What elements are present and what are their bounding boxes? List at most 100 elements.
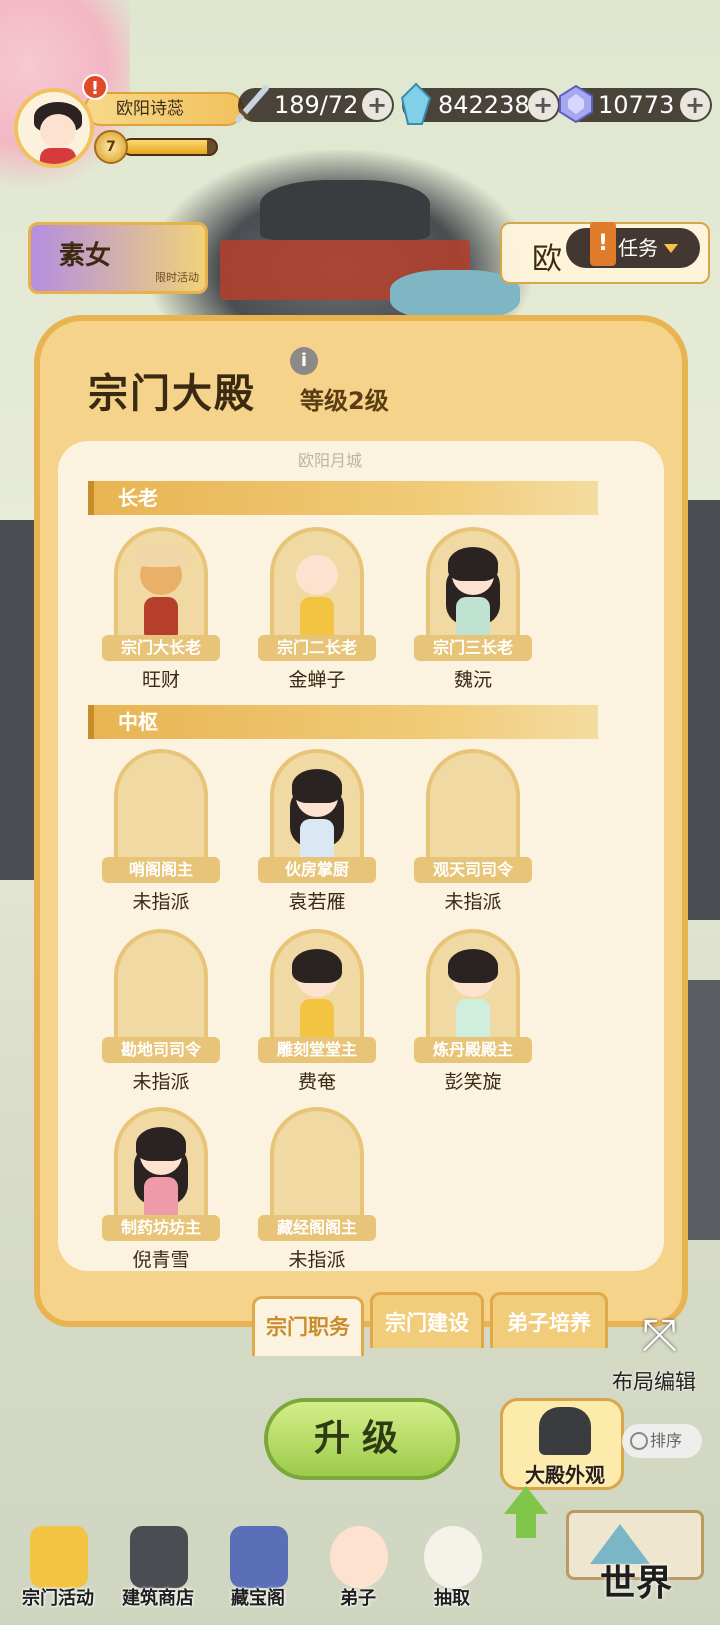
world-label: 世界: [600, 1563, 673, 1604]
task-label: 任务: [618, 236, 658, 260]
upgrade-button[interactable]: 升级: [264, 1398, 460, 1480]
section-elders: 长老: [88, 481, 598, 515]
sort-label: 排序: [650, 1431, 683, 1450]
position-slot[interactable]: 宗门二长老 金蝉子: [258, 527, 376, 691]
chevron-down-icon: [664, 244, 678, 253]
nav-treasure-pavilion[interactable]: 藏宝阁: [208, 1520, 308, 1625]
holder-name: 未指派: [132, 891, 190, 913]
player-profile[interactable]: 欧阳诗蕊 ! 7: [14, 74, 244, 168]
holder-name: 未指派: [132, 1071, 190, 1093]
nav-disciples[interactable]: 弟子: [308, 1520, 408, 1625]
limited-event-banner[interactable]: 素女 限时活动: [28, 222, 208, 294]
position-slot[interactable]: 观天司司令 未指派: [414, 749, 532, 913]
sword-icon: [235, 85, 269, 123]
tab-disciple-training[interactable]: 弟子培养: [490, 1292, 608, 1348]
hall-icon: [539, 1407, 591, 1455]
role-label: 雕刻堂堂主: [258, 1037, 376, 1063]
role-label: 伙房掌厨: [258, 857, 376, 883]
event-title: 素女: [59, 241, 112, 271]
character-portrait: [286, 767, 348, 863]
layout-edit-label: 布局编辑: [612, 1370, 696, 1394]
avatar[interactable]: [14, 88, 94, 168]
character-portrait: [442, 947, 504, 1043]
holder-name: 未指派: [444, 891, 502, 913]
positions-list[interactable]: 欧阳月城 长老 宗门大长老 旺财 宗门二长老 金蝉子 宗门三长老 魏沅 中枢 哨…: [58, 441, 664, 1271]
jade-value: 10773: [598, 91, 675, 119]
task-button[interactable]: ! 任务: [566, 222, 700, 268]
faded-label: 欧阳月城: [298, 451, 363, 470]
holder-name: 倪青雪: [132, 1249, 190, 1271]
jade-counter: 10773 +: [559, 84, 712, 124]
role-label: 宗门三长老: [414, 635, 532, 661]
holder-name: 袁若雁: [288, 891, 346, 913]
shop-building-icon: [130, 1526, 188, 1588]
up-arrow-icon: [504, 1486, 548, 1514]
event-subtitle: 限时活动: [155, 271, 199, 284]
exp-bar: [122, 138, 218, 156]
character-portrait: [286, 947, 348, 1043]
right-event-title: 欧: [532, 242, 562, 277]
add-jade-button[interactable]: +: [680, 90, 710, 120]
holder-name: 旺财: [141, 669, 180, 691]
position-slot[interactable]: 宗门大长老 旺财: [102, 527, 220, 691]
position-slot[interactable]: 藏经阁阁主 未指派: [258, 1107, 376, 1271]
gem-icon: [559, 84, 593, 124]
position-slot[interactable]: 哨阁阁主 未指派: [102, 749, 220, 913]
role-label: 勘地司司令: [102, 1037, 220, 1063]
position-slot[interactable]: 伙房掌厨 袁若雁: [258, 749, 376, 913]
stamina-counter: 189/72 +: [235, 85, 394, 123]
add-stamina-button[interactable]: +: [362, 90, 392, 120]
bird-icon: [424, 1526, 482, 1588]
pagoda-icon: [30, 1526, 88, 1588]
tab-sect-construction[interactable]: 宗门建设: [370, 1292, 484, 1348]
silver-value: 842238: [438, 91, 530, 119]
holder-name: 彭笑旋: [444, 1071, 502, 1093]
exp-bar-fill: [124, 140, 207, 154]
nav-label: 弟子: [340, 1588, 376, 1609]
nav-building-shop[interactable]: 建筑商店: [108, 1520, 208, 1625]
player-name: 欧阳诗蕊: [84, 92, 244, 126]
page-title: 宗门大殿: [88, 371, 256, 417]
sect-hall-panel: 宗门大殿 i 等级2级 欧阳月城 长老 宗门大长老 旺财 宗门二长老 金蝉子 宗…: [34, 315, 688, 1327]
nav-label: 藏宝阁: [231, 1588, 285, 1609]
alert-icon: !: [82, 74, 108, 100]
role-label: 哨阁阁主: [102, 857, 220, 883]
position-slot[interactable]: 雕刻堂堂主 费奄: [258, 929, 376, 1093]
treasure-pavilion-icon: [230, 1526, 288, 1588]
sort-button[interactable]: 排序: [622, 1424, 702, 1458]
hall-appearance-label: 大殿外观: [525, 1463, 605, 1487]
world-button[interactable]: 世界: [560, 1500, 710, 1610]
nav-label: 宗门活动: [22, 1588, 94, 1609]
level-badge: 7: [94, 130, 128, 164]
role-label: 制药坊坊主: [102, 1215, 220, 1241]
sort-icon: [630, 1432, 648, 1450]
role-label: 藏经阁阁主: [258, 1215, 376, 1241]
info-icon[interactable]: i: [290, 347, 318, 375]
add-silver-button[interactable]: +: [528, 90, 558, 120]
section-center: 中枢: [88, 705, 598, 739]
tab-sect-positions[interactable]: 宗门职务: [252, 1296, 364, 1356]
hall-appearance-button[interactable]: 大殿外观: [500, 1398, 624, 1490]
layout-edit-button[interactable]: ⤧ 布局编辑: [612, 1310, 712, 1400]
position-slot[interactable]: 制药坊坊主 倪青雪: [102, 1107, 220, 1271]
nav-draw[interactable]: 抽取: [402, 1520, 502, 1625]
position-slot[interactable]: 勘地司司令 未指派: [102, 929, 220, 1093]
task-flag-icon: !: [590, 222, 616, 266]
holder-name: 魏沅: [453, 669, 492, 691]
character-portrait: [130, 1125, 192, 1221]
silver-counter: 842238 +: [400, 82, 560, 125]
expand-arrows-icon: ⤧: [642, 1310, 678, 1361]
holder-name: 未指派: [288, 1249, 346, 1271]
nav-sect-events[interactable]: 宗门活动: [8, 1520, 108, 1625]
position-slot[interactable]: 炼丹殿殿主 彭笑旋: [414, 929, 532, 1093]
holder-name: 费奄: [297, 1071, 336, 1093]
holder-name: 金蝉子: [288, 669, 346, 691]
position-slot[interactable]: 宗门三长老 魏沅: [414, 527, 532, 691]
character-portrait: [286, 545, 348, 641]
character-portrait: [442, 545, 504, 641]
nav-label: 抽取: [434, 1588, 470, 1609]
crystal-icon: [400, 82, 432, 125]
hall-level: 等级2级: [300, 387, 389, 415]
nav-label: 建筑商店: [122, 1588, 194, 1609]
character-portrait: [130, 545, 192, 641]
